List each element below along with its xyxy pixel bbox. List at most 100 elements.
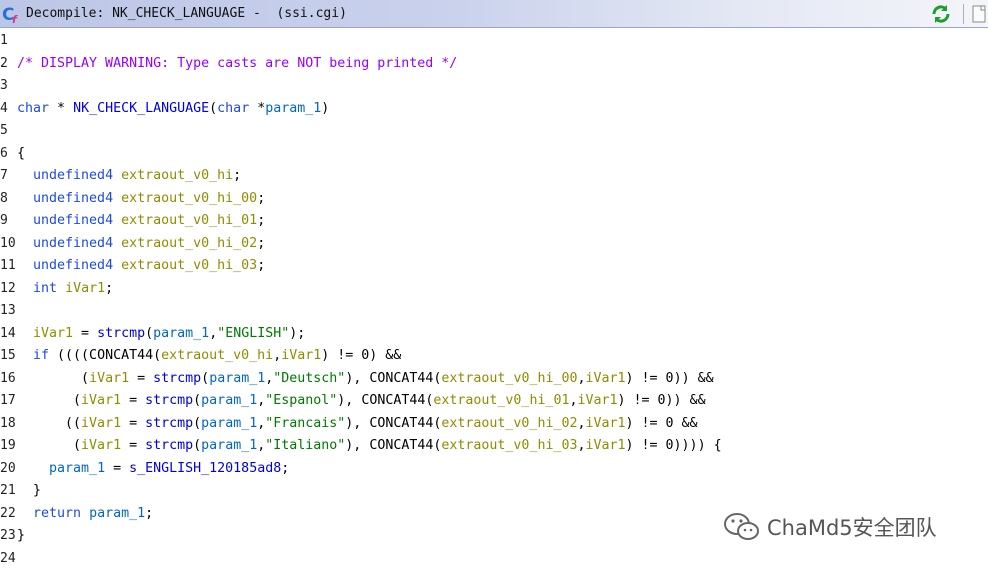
code-token: strcmp	[145, 438, 194, 453]
line-number: 13	[0, 303, 16, 318]
code-token: {	[17, 145, 26, 161]
code-token: iVar1	[81, 393, 122, 408]
code-token: param_1	[201, 438, 258, 453]
code-token: param_1	[265, 100, 322, 116]
code-token: =	[129, 370, 154, 386]
decompiled-code-view[interactable]: 1 2/* DISPLAY WARNING: Type casts are NOT…	[0, 30, 988, 570]
code-line-text: char * NK_CHECK_LANGUAGE(char *param_1)	[17, 98, 329, 121]
code-token: (	[145, 325, 154, 341]
line-number: 12	[0, 280, 16, 296]
code-line-text: (iVar1 = strcmp(param_1,"Deutsch"), CONC…	[17, 368, 714, 391]
code-token: ;	[257, 190, 266, 206]
code-token: ;	[145, 505, 154, 521]
code-token: "Italiano"	[265, 438, 346, 453]
code-line[interactable]: 24	[0, 548, 988, 570]
code-line[interactable]: 16 (iVar1 = strcmp(param_1,"Deutsch"), C…	[0, 368, 988, 391]
code-line[interactable]: 19 (iVar1 = strcmp(param_1,"Italiano"), …	[0, 435, 988, 458]
code-line-text: param_1 = s_ENGLISH_120185ad8;	[17, 458, 289, 481]
code-token: param_1	[201, 393, 258, 408]
code-line[interactable]: 6{	[0, 143, 988, 166]
code-line[interactable]: 5	[0, 120, 988, 143]
code-line[interactable]: 13	[0, 300, 988, 323]
code-token: =	[105, 460, 130, 476]
code-line[interactable]: 15 if ((((CONCAT44(extraout_v0_hi,iVar1)…	[0, 345, 988, 368]
code-token: ;	[257, 258, 266, 273]
code-line-text: /* DISPLAY WARNING: Type casts are NOT b…	[17, 53, 457, 76]
code-line-text: if ((((CONCAT44(extraout_v0_hi,iVar1) !=…	[17, 345, 401, 368]
line-number: 10	[0, 235, 16, 251]
code-token: extraout_v0_hi_01	[433, 393, 570, 408]
code-token: ;	[257, 235, 266, 251]
code-line[interactable]: 11 undefined4 extraout_v0_hi_03;	[0, 255, 988, 278]
code-line-text: undefined4 extraout_v0_hi;	[17, 165, 241, 188]
code-line-text: undefined4 extraout_v0_hi_02;	[17, 233, 265, 256]
code-line[interactable]: 21 }	[0, 480, 988, 503]
code-line-text: iVar1 = strcmp(param_1,"ENGLISH");	[17, 323, 305, 346]
code-token: ) != 0) &&	[321, 348, 402, 363]
code-token: undefined4	[33, 258, 114, 273]
code-line-text: }	[17, 480, 41, 503]
line-number: 22	[0, 505, 16, 521]
code-token: iVar1	[33, 325, 74, 341]
copy-icon[interactable]	[970, 4, 988, 24]
code-token: return	[33, 505, 82, 521]
code-line-text: undefined4 extraout_v0_hi_03;	[17, 255, 265, 278]
code-line[interactable]: 2 /* DISPLAY WARNING: Type casts are NOT …	[0, 53, 988, 76]
code-token: ) != 0)) &&	[617, 393, 706, 408]
refresh-icon[interactable]	[930, 3, 952, 25]
code-line[interactable]: 18 ((iVar1 = strcmp(param_1,"Francais"),…	[0, 413, 988, 436]
line-number: 18	[0, 415, 16, 431]
code-token: extraout_v0_hi_02	[441, 415, 578, 431]
code-line[interactable]: 9 undefined4 extraout_v0_hi_01;	[0, 210, 988, 233]
line-number: 9	[0, 213, 8, 228]
code-line[interactable]: 4 char * NK_CHECK_LANGUAGE(char *param_1)	[0, 98, 988, 121]
code-line[interactable]: 12 int iVar1;	[0, 278, 988, 301]
code-line[interactable]: 20 param_1 = s_ENGLISH_120185ad8;	[0, 458, 988, 481]
code-token: ,	[273, 348, 282, 363]
code-token: strcmp	[145, 415, 194, 431]
code-token: undefined4	[33, 168, 114, 183]
code-token: s_ENGLISH_120185ad8	[129, 460, 282, 476]
code-line-text: undefined4 extraout_v0_hi_00;	[17, 188, 265, 211]
code-token: ,	[577, 370, 586, 386]
code-token: ,	[209, 325, 218, 341]
code-token: (	[193, 438, 202, 453]
line-number: 8	[0, 190, 8, 206]
code-token: param_1	[209, 370, 266, 386]
code-token: char	[17, 100, 50, 116]
code-token: ;	[233, 168, 242, 183]
line-number: 16	[0, 370, 16, 386]
code-line[interactable]: 17 (iVar1 = strcmp(param_1,"Espanol"), C…	[0, 390, 988, 413]
code-token: ) != 0)) &&	[625, 370, 714, 386]
code-token: param_1	[153, 325, 210, 341]
code-token: ) != 0 &&	[625, 415, 698, 431]
line-number: 19	[0, 438, 16, 453]
code-line-text: (iVar1 = strcmp(param_1,"Italiano"), CON…	[17, 435, 722, 458]
watermark-text: ChaMd5安全团队	[767, 516, 937, 540]
line-number: 4	[0, 100, 8, 116]
code-line[interactable]: 14 iVar1 = strcmp(param_1,"ENGLISH");	[0, 323, 988, 346]
code-line[interactable]: 7 undefined4 extraout_v0_hi;	[0, 165, 988, 188]
line-number: 21	[0, 483, 16, 498]
svg-text:f: f	[12, 13, 18, 24]
line-number: 24	[0, 550, 16, 566]
code-token: param_1	[89, 505, 146, 521]
code-token: iVar1	[65, 280, 106, 296]
code-token: char	[217, 100, 250, 116]
code-token: =	[121, 393, 146, 408]
code-token: }	[17, 483, 42, 498]
code-token: ) != 0)))) {	[625, 438, 722, 453]
line-number: 20	[0, 460, 16, 476]
code-line-text: int iVar1;	[17, 278, 113, 301]
code-token: iVar1	[585, 415, 626, 431]
code-line[interactable]: 3	[0, 75, 988, 98]
code-line[interactable]: 8 undefined4 extraout_v0_hi_00;	[0, 188, 988, 211]
code-line[interactable]: 10 undefined4 extraout_v0_hi_02;	[0, 233, 988, 256]
code-line[interactable]: 1	[0, 30, 988, 53]
code-token: ;	[105, 280, 114, 296]
